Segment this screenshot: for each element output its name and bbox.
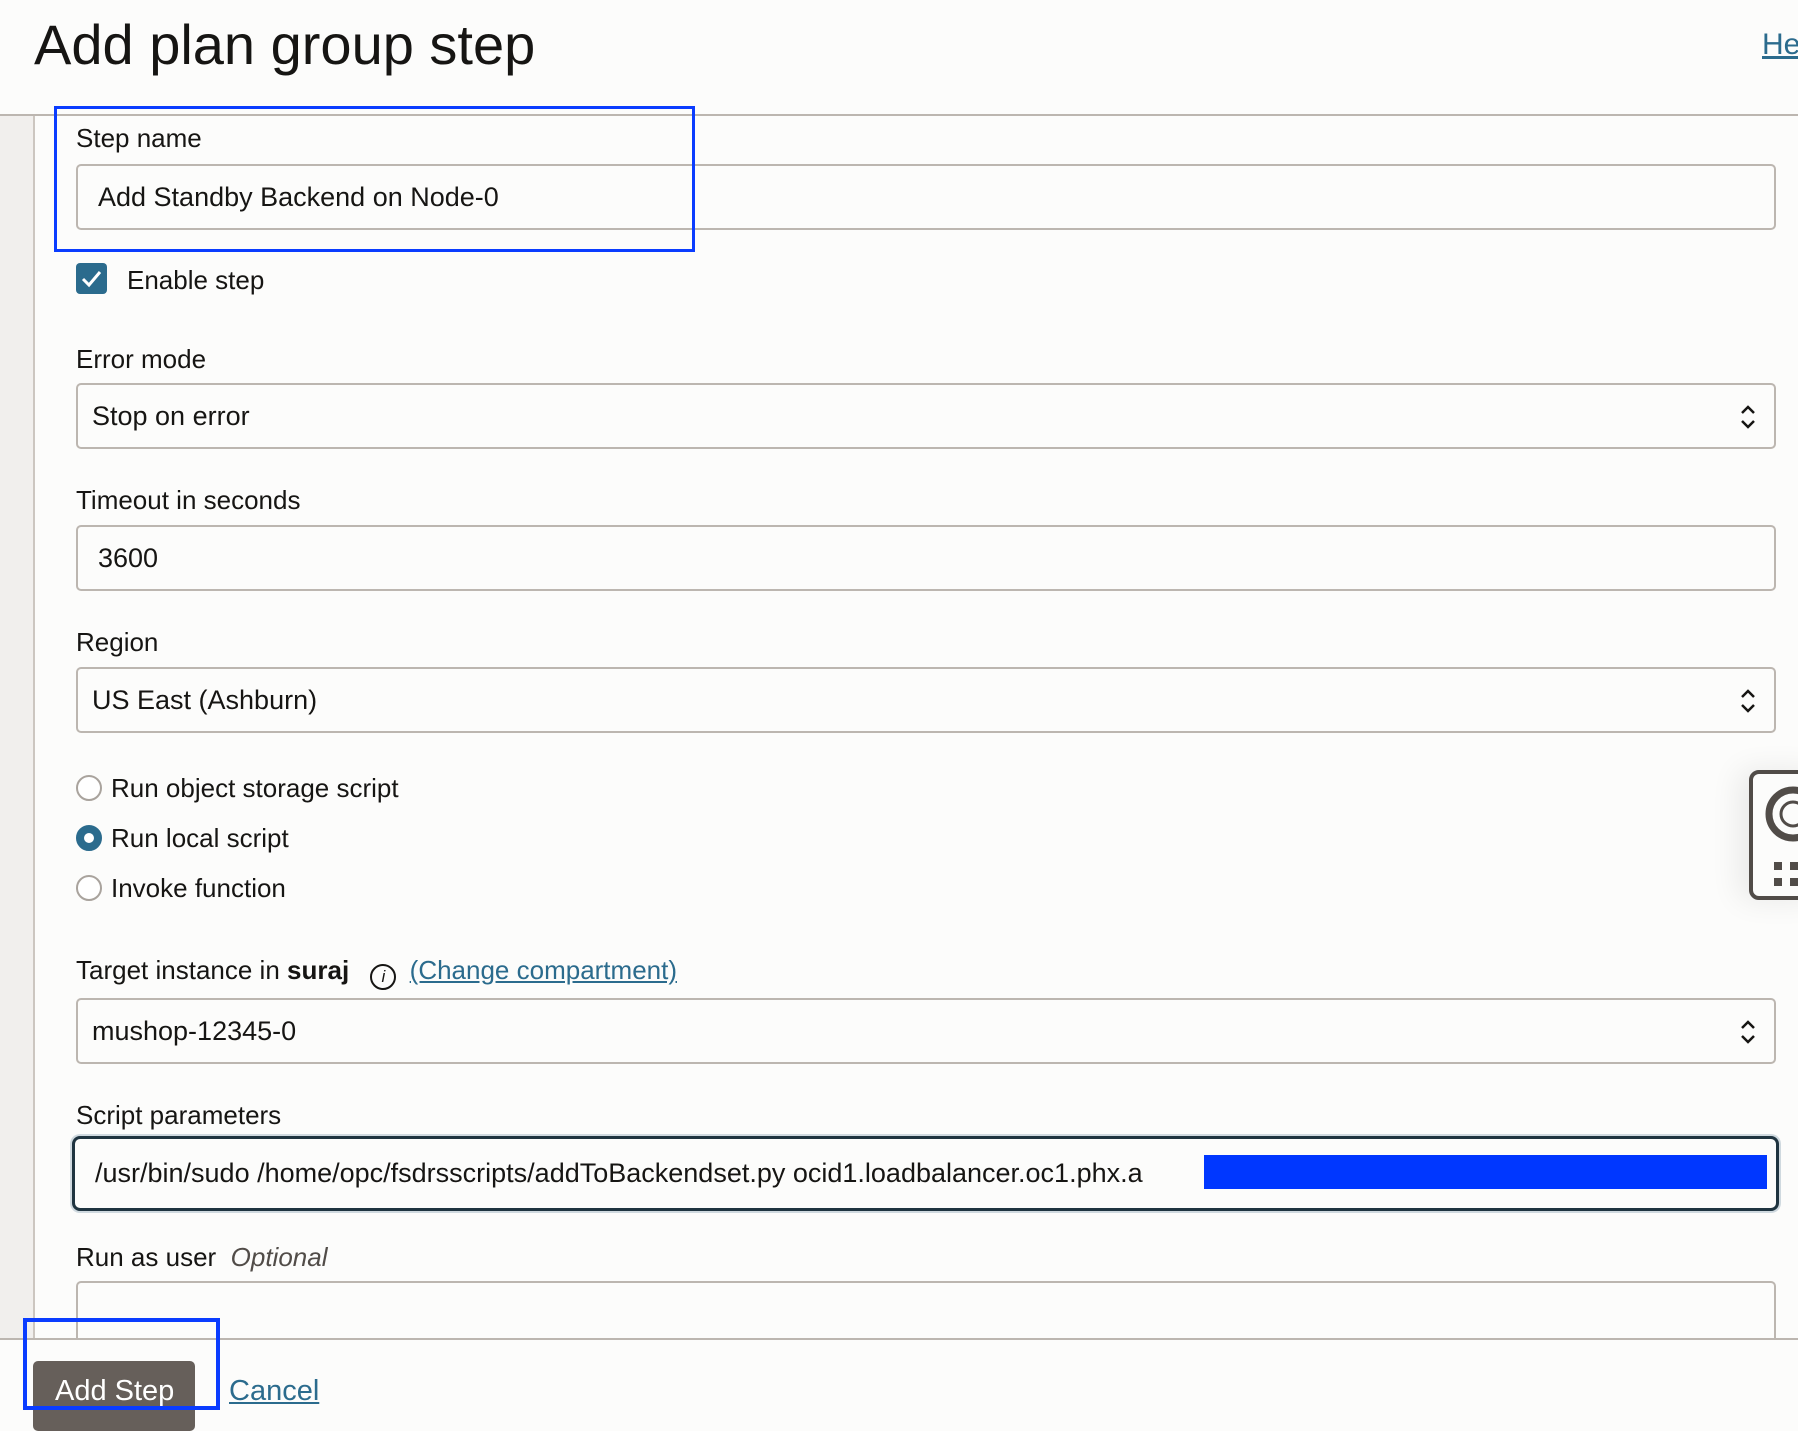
checkmark-icon: [81, 271, 102, 288]
error-mode-value: Stop on error: [92, 400, 250, 431]
script-parameters-value: /usr/bin/sudo /home/opc/fsdrsscripts/add…: [95, 1158, 1143, 1188]
run-as-user-label: Run as user Optional: [76, 1242, 327, 1273]
script-parameters-label: Script parameters: [76, 1100, 282, 1130]
radio-invoke-function[interactable]: [76, 875, 102, 901]
chevron-updown-icon: [1741, 405, 1755, 429]
radio-local-script[interactable]: [76, 825, 102, 851]
error-mode-label: Error mode: [76, 344, 207, 374]
optional-hint: Optional: [230, 1242, 328, 1272]
target-instance-select[interactable]: mushop-12345-0: [76, 998, 1776, 1064]
highlight-box-step-name: [54, 106, 695, 252]
target-instance-label: Target instance in suraj i (Change compa…: [76, 955, 677, 990]
radio-object-storage-script[interactable]: [76, 775, 102, 801]
region-value: US East (Ashburn): [92, 684, 318, 715]
change-compartment-link[interactable]: (Change compartment): [410, 955, 677, 985]
region-select[interactable]: US East (Ashburn): [76, 667, 1776, 733]
help-widget[interactable]: [1749, 770, 1798, 900]
footer-divider: [0, 1338, 1798, 1340]
chevron-updown-icon: [1741, 689, 1755, 713]
radio-label: Run object storage script: [111, 773, 399, 803]
target-instance-value: mushop-12345-0: [92, 1015, 297, 1046]
compartment-name: suraj: [287, 955, 350, 985]
region-label: Region: [76, 627, 159, 657]
timeout-input[interactable]: 3600: [76, 525, 1776, 591]
page-title: Add plan group step: [34, 13, 536, 76]
timeout-value: 3600: [98, 542, 159, 573]
highlight-box-add-step: [23, 1318, 220, 1410]
error-mode-select[interactable]: Stop on error: [76, 383, 1776, 449]
chevron-updown-icon: [1741, 1020, 1755, 1044]
run-as-user-text: Run as user: [76, 1242, 217, 1272]
redaction-bar: [1204, 1155, 1767, 1189]
timeout-label: Timeout in seconds: [76, 485, 301, 515]
lifebuoy-icon: [1765, 786, 1798, 886]
info-icon[interactable]: i: [370, 964, 397, 990]
radio-label: Run local script: [111, 823, 289, 853]
side-panel-strip: [0, 116, 35, 1338]
help-link[interactable]: He: [1762, 28, 1798, 62]
cancel-link[interactable]: Cancel: [229, 1375, 319, 1408]
enable-step-label: Enable step: [127, 265, 265, 295]
target-label-prefix: Target instance in: [76, 955, 280, 985]
radio-label: Invoke function: [111, 873, 286, 903]
enable-step-checkbox[interactable]: [76, 263, 107, 294]
